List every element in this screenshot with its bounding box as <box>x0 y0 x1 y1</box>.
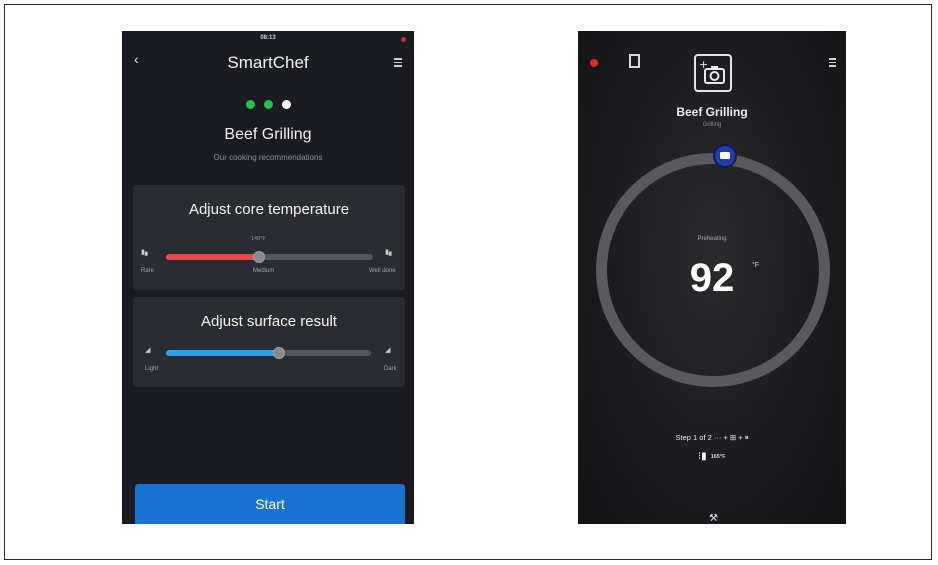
dark-label: Dark <box>384 366 397 372</box>
current-temperature: 92 <box>689 256 735 300</box>
cooking-phase: Preheating <box>697 236 727 242</box>
status-indicator-icon <box>401 37 406 42</box>
progress-dots <box>122 100 414 109</box>
surface-result-fill <box>166 350 279 356</box>
progress-dot <box>245 100 255 109</box>
core-temperature-card: Adjust core temperature 140°F ▮▖ ▮▖ Rare… <box>133 185 405 290</box>
rare-label: Rare <box>141 268 155 274</box>
medium-label: Medium <box>253 268 275 274</box>
menu-icon[interactable] <box>829 58 836 69</box>
light-label: Light <box>145 366 159 372</box>
recipe-subtitle: Our cooking recommendations <box>213 153 323 162</box>
target-temperature: ⁝▮ 165°F <box>698 451 725 462</box>
surface-result-card: Adjust surface result ◢ ◢ Light Dark <box>133 297 405 387</box>
progress-dot <box>281 100 291 109</box>
progress-dot <box>263 100 273 109</box>
message-badge-icon[interactable] <box>713 144 737 168</box>
target-temperature-value: 165°F <box>710 453 726 460</box>
rare-steak-icon: ▮▖ <box>141 249 151 256</box>
core-temperature-value: 140°F <box>251 236 266 242</box>
status-time: 08:13 <box>260 35 276 41</box>
temperature-unit: °F <box>752 262 760 269</box>
tools-icon[interactable]: ⚒ <box>709 513 718 524</box>
surface-result-title: Adjust surface result <box>201 313 337 330</box>
core-temperature-thumb[interactable] <box>253 251 266 263</box>
pause-square-icon[interactable] <box>629 54 640 68</box>
add-camera-icon[interactable]: + <box>694 54 732 92</box>
core-temperature-slider[interactable] <box>166 251 373 263</box>
well-done-steak-icon: ▮▖ <box>385 249 395 256</box>
menu-icon[interactable] <box>394 58 402 69</box>
dish-subtitle: Grilling <box>702 122 722 128</box>
phone-screen-settings: 08:13 ‹ SmartChef Beef Grilling Our cook… <box>122 31 414 524</box>
thermometer-icon: ⁝▮ <box>698 451 707 462</box>
dish-title: Beef Grilling <box>676 105 748 119</box>
surface-result-thumb[interactable] <box>272 347 285 359</box>
app-title: SmartChef <box>227 53 309 72</box>
light-surface-icon: ◢ <box>145 347 151 354</box>
start-button[interactable]: Start <box>135 484 405 524</box>
phone-screen-cooking: + Beef Grilling Grilling Preheating 92 °… <box>578 31 846 524</box>
core-temperature-title: Adjust core temperature <box>188 201 350 218</box>
record-dot-icon <box>590 59 598 67</box>
well-done-label: Well done <box>369 268 396 274</box>
core-temperature-fill <box>166 254 260 260</box>
surface-result-slider[interactable] <box>166 347 371 359</box>
recipe-title: Beef Grilling <box>224 126 312 143</box>
step-indicator: Step 1 of 2 ··· + ⊞ + ⏸ <box>675 433 749 442</box>
dark-surface-icon: ◢ <box>385 347 391 354</box>
